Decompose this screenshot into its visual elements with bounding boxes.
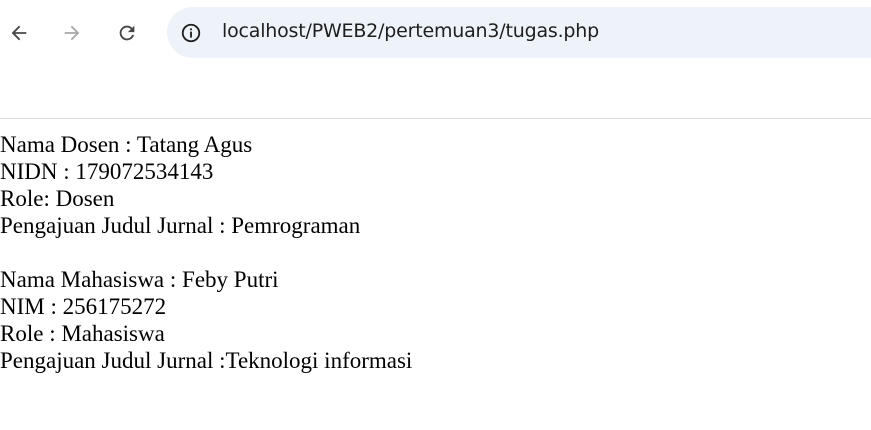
dosen-role: Role: Dosen xyxy=(0,186,115,211)
back-button[interactable] xyxy=(3,17,35,49)
dosen-nidn: NIDN : 179072534143 xyxy=(0,159,214,184)
mahasiswa-judul: Pengajuan Judul Jurnal :Teknologi inform… xyxy=(0,348,413,373)
mahasiswa-role: Role : Mahasiswa xyxy=(0,321,165,346)
mahasiswa-nama: Nama Mahasiswa : Feby Putri xyxy=(0,267,279,292)
dosen-nama: Nama Dosen : Tatang Agus xyxy=(0,132,253,157)
mahasiswa-nim: NIM : 256175272 xyxy=(0,294,167,319)
forward-button[interactable] xyxy=(56,17,88,49)
site-info-button[interactable] xyxy=(177,19,205,47)
url-text[interactable]: localhost/PWEB2/pertemuan3/tugas.php xyxy=(222,20,599,42)
page-content: Nama Dosen : Tatang Agus NIDN : 17907253… xyxy=(0,131,412,374)
info-circle-icon xyxy=(181,23,201,43)
browser-toolbar: localhost/PWEB2/pertemuan3/tugas.php xyxy=(0,0,871,66)
arrow-right-icon xyxy=(64,25,80,41)
reload-button[interactable] xyxy=(111,17,143,49)
arrow-left-icon xyxy=(11,25,27,41)
line-break xyxy=(0,239,412,266)
address-bar[interactable]: localhost/PWEB2/pertemuan3/tugas.php xyxy=(167,7,871,58)
dosen-judul: Pengajuan Judul Jurnal : Pemrograman xyxy=(0,213,361,238)
reload-icon xyxy=(119,25,135,41)
page-divider xyxy=(0,118,871,119)
